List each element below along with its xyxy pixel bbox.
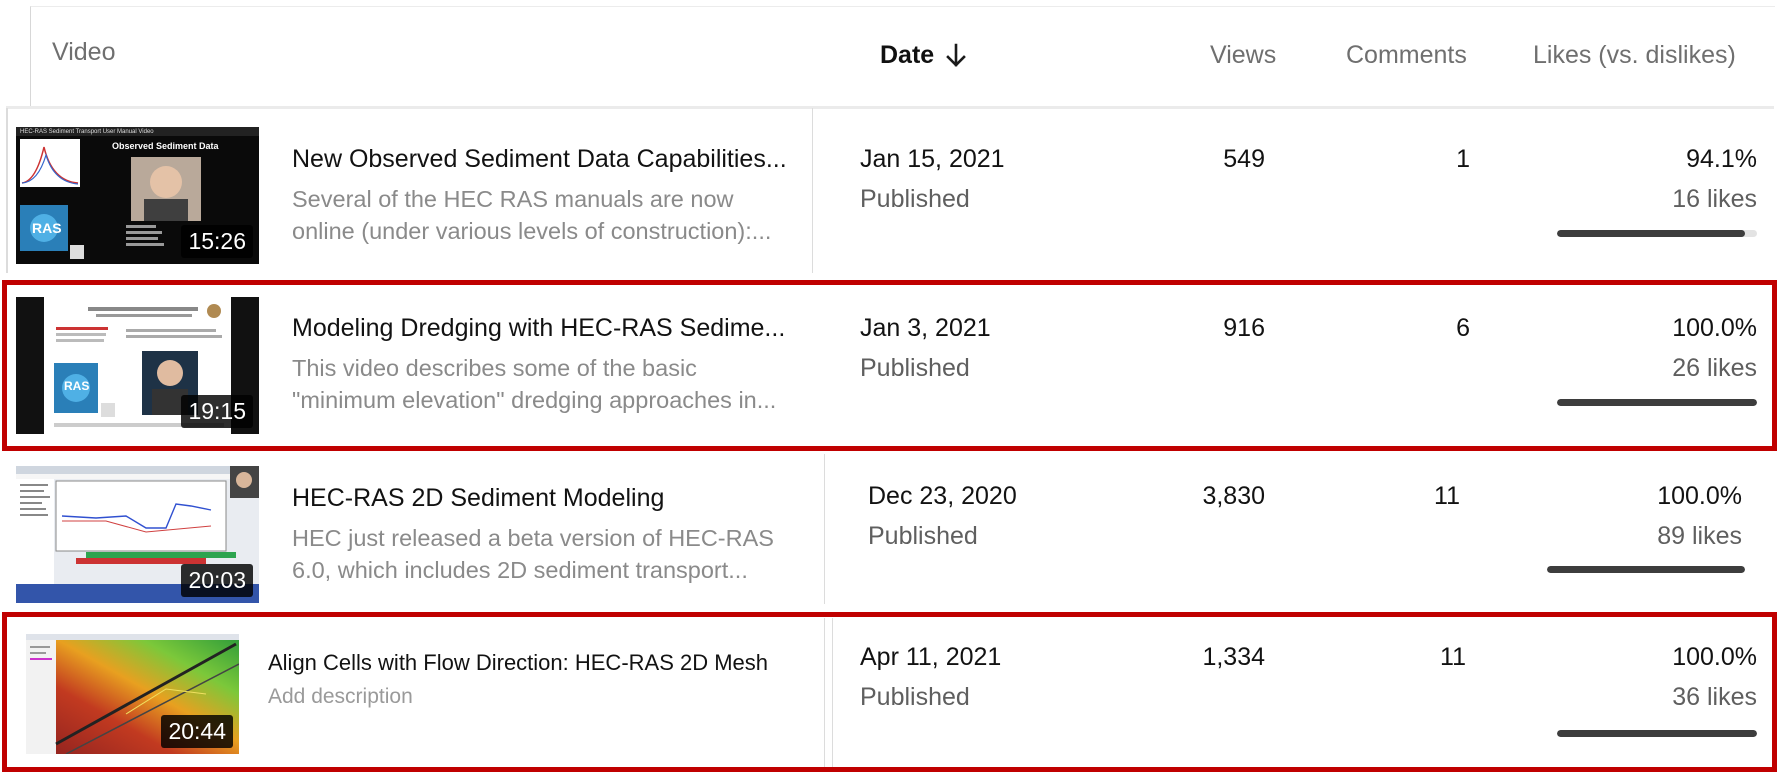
video-description: HEC just released a beta version of HEC-… xyxy=(292,522,812,586)
column-header-comments[interactable]: Comments xyxy=(1346,41,1467,70)
like-percentage: 94.1% xyxy=(1686,145,1757,173)
video-duration: 20:03 xyxy=(181,564,253,597)
like-ratio-fill xyxy=(1547,566,1745,573)
thumbnail-caption: HEC-RAS Sediment Transport User Manual V… xyxy=(20,129,154,135)
column-header-video[interactable]: Video xyxy=(52,38,116,67)
video-thumbnail[interactable]: HEC-RAS Sediment Transport User Manual V… xyxy=(16,127,259,264)
video-thumbnail[interactable]: 20:44 xyxy=(26,634,239,754)
comment-count: 11 xyxy=(1434,482,1460,510)
publish-date: Jan 15, 2021 xyxy=(860,145,1005,173)
comment-count: 6 xyxy=(1456,314,1470,342)
row-left-border xyxy=(6,108,8,273)
publish-date: Jan 3, 2021 xyxy=(860,314,991,342)
like-count: 16 likes xyxy=(1672,185,1757,213)
like-count: 89 likes xyxy=(1657,522,1742,550)
video-duration: 15:26 xyxy=(181,225,253,258)
description-line: This video describes some of the basic xyxy=(292,355,697,381)
column-divider xyxy=(824,618,825,768)
view-count: 549 xyxy=(1223,145,1265,173)
column-header-likes[interactable]: Likes (vs. dislikes) xyxy=(1533,41,1736,70)
like-ratio-bar xyxy=(1557,399,1757,406)
visibility-status[interactable]: Published xyxy=(860,683,970,712)
video-duration: 20:44 xyxy=(161,715,233,748)
column-header-views[interactable]: Views xyxy=(1210,41,1276,70)
video-title[interactable]: Align Cells with Flow Direction: HEC-RAS… xyxy=(268,650,768,676)
description-line: online (under various levels of construc… xyxy=(292,218,772,244)
description-line: HEC just released a beta version of HEC-… xyxy=(292,525,774,551)
header-divider xyxy=(6,106,1774,109)
visibility-status[interactable]: Published xyxy=(868,522,978,551)
publish-date: Dec 23, 2020 xyxy=(868,482,1017,510)
like-ratio-fill xyxy=(1557,730,1757,737)
description-line: Several of the HEC RAS manuals are now xyxy=(292,186,734,212)
view-count: 3,830 xyxy=(1202,482,1265,510)
column-header-date[interactable]: Date xyxy=(880,41,968,70)
video-description: Several of the HEC RAS manuals are now o… xyxy=(292,183,812,247)
description-line: "minimum elevation" dredging approaches … xyxy=(292,387,777,413)
like-ratio-bar xyxy=(1557,730,1757,737)
arrow-down-icon xyxy=(944,43,968,69)
like-count: 26 likes xyxy=(1672,354,1757,382)
view-count: 1,334 xyxy=(1202,643,1265,671)
column-divider xyxy=(824,454,825,604)
thumbnail-heading: Observed Sediment Data xyxy=(112,141,219,151)
like-ratio-bar xyxy=(1547,566,1745,573)
view-count: 916 xyxy=(1223,314,1265,342)
like-ratio-fill xyxy=(1557,399,1757,406)
video-list-table: Video Date Views Comments Likes (vs. dis… xyxy=(0,0,1785,772)
video-title[interactable]: New Observed Sediment Data Capabilities.… xyxy=(292,145,807,174)
like-percentage: 100.0% xyxy=(1672,314,1757,342)
comment-count: 11 xyxy=(1440,643,1466,671)
like-ratio-bar xyxy=(1557,230,1757,237)
like-percentage: 100.0% xyxy=(1657,482,1742,510)
video-duration: 19:15 xyxy=(181,395,253,428)
add-description-link[interactable]: Add description xyxy=(268,685,413,709)
video-thumbnail[interactable]: RAS 19:15 xyxy=(16,297,259,434)
comment-count: 1 xyxy=(1456,145,1470,173)
visibility-status[interactable]: Published xyxy=(860,354,970,383)
like-count: 36 likes xyxy=(1672,683,1757,711)
video-description: This video describes some of the basic "… xyxy=(292,352,812,416)
column-divider xyxy=(812,108,813,273)
video-title[interactable]: HEC-RAS 2D Sediment Modeling xyxy=(292,484,807,513)
visibility-status[interactable]: Published xyxy=(860,185,970,214)
like-percentage: 100.0% xyxy=(1672,643,1757,671)
ras-logo: RAS xyxy=(64,379,90,393)
ras-logo: RAS xyxy=(32,220,62,236)
video-title[interactable]: Modeling Dredging with HEC-RAS Sedime... xyxy=(292,314,807,343)
publish-date: Apr 11, 2021 xyxy=(860,643,1002,671)
video-thumbnail[interactable]: 20:03 xyxy=(16,466,259,603)
column-divider xyxy=(832,618,833,768)
description-line: 6.0, which includes 2D sediment transpor… xyxy=(292,557,748,583)
like-ratio-fill xyxy=(1557,230,1746,237)
column-header-date-label: Date xyxy=(880,41,935,69)
